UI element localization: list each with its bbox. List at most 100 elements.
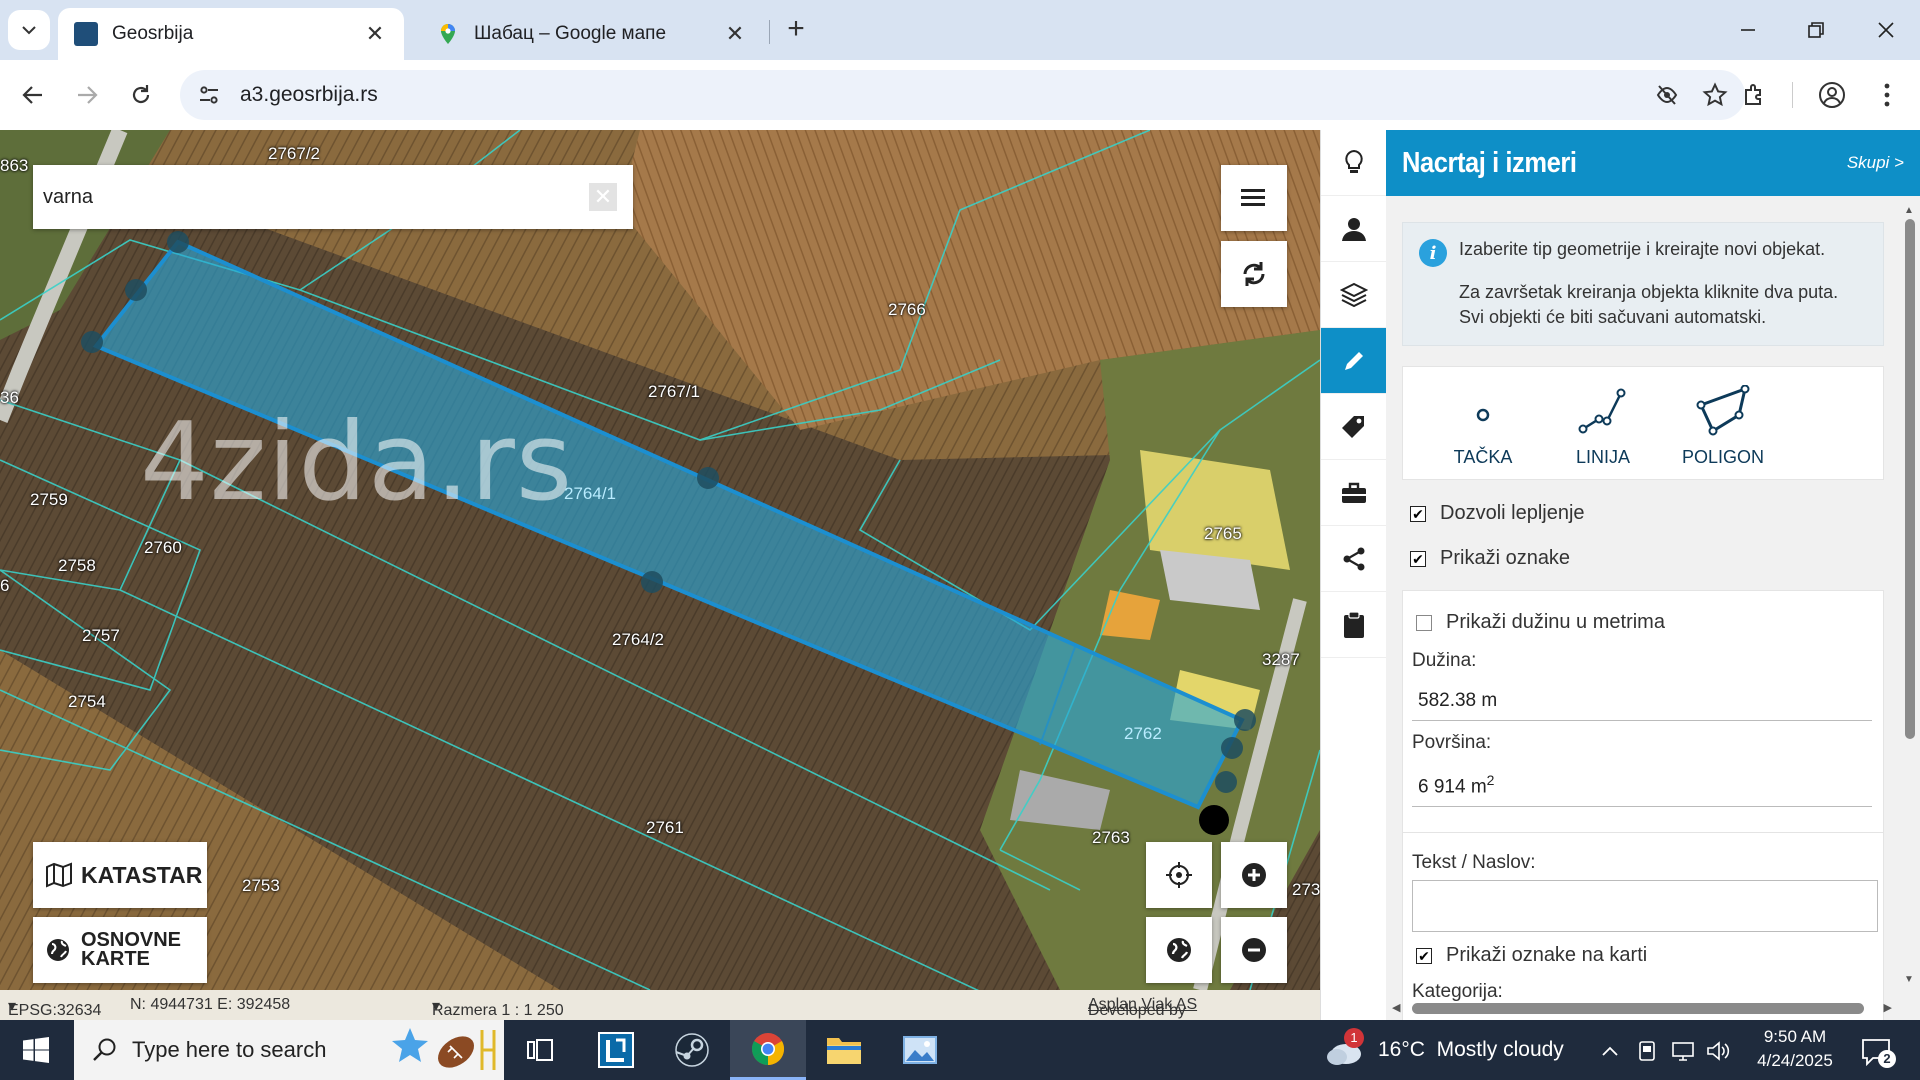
checkbox-unchecked[interactable] [1416,614,1432,631]
panel-vertical-scrollbar[interactable]: ▲ ▼ [1903,205,1915,985]
zoom-in-button[interactable] [1221,842,1287,908]
map-viewport[interactable]: 4zida.rs 2767/2 863 2766 2767/1 36 2764/… [0,130,1320,990]
tools-button[interactable] [1321,460,1387,526]
scroll-left-arrow[interactable]: ◀ [1392,1001,1400,1014]
back-button[interactable] [12,74,54,116]
profile-button[interactable] [1811,74,1853,116]
menu-button[interactable] [1221,165,1287,231]
arrow-right-icon [78,86,98,104]
volume-tray-icon[interactable] [1706,1038,1732,1064]
globe-button[interactable] [1146,917,1212,983]
scroll-up-arrow[interactable]: ▲ [1904,205,1914,216]
weather-text: 16°C Mostly cloudy [1378,1038,1564,1061]
restore-icon [1808,22,1824,38]
clock[interactable]: 9:50 AM 4/24/2025 [1740,1025,1850,1073]
site-info-button[interactable] [184,70,234,120]
restore-button[interactable] [1796,10,1836,50]
tune-icon [200,86,218,104]
tag-icon [1342,415,1364,438]
zoom-out-button[interactable] [1221,917,1287,983]
layers-tool-button[interactable] [1321,262,1387,328]
parcel-label: 2767/1 [648,382,700,401]
show-hidden-icons-button[interactable] [1597,1038,1623,1064]
minimize-icon [1741,29,1755,31]
refresh-map-button[interactable] [1221,241,1287,307]
length-label: Dužina: [1412,650,1477,671]
taskbar-search[interactable]: Type here to search [74,1020,504,1080]
scrollbar-thumb[interactable] [1905,219,1915,739]
close-tab-icon[interactable]: ✕ [722,21,748,47]
taskbar-app-l[interactable] [578,1020,654,1080]
taskbar-app-chrome[interactable] [730,1020,806,1080]
address-search[interactable]: varna ✕ [33,165,633,229]
geometry-polygon-option[interactable]: POLIGON [1663,385,1783,468]
text-title-input[interactable] [1412,880,1878,932]
notifications-button[interactable]: 2 [1856,1032,1896,1072]
allow-snapping-checkbox[interactable]: ✔ Dozvoli lepljenje [1410,502,1585,525]
panel-horizontal-scrollbar[interactable]: ◀ ▶ [1392,1001,1892,1015]
bookmark-star-button[interactable] [1691,71,1739,119]
geometry-line-option[interactable]: LINIJA [1543,385,1663,468]
user-tool-button[interactable] [1321,196,1387,262]
basemaps-label-line2: KARTE [81,948,150,970]
weather-widget[interactable]: 1 16°C Mostly cloudy [1324,1020,1564,1080]
geometry-point-option[interactable]: TAČKA [1423,385,1543,468]
measure-tool-button[interactable] [1321,394,1387,460]
cadastre-layer-button[interactable]: KATASTAR [33,842,207,908]
tab-google-maps[interactable]: Шабац – Google мапе ✕ [420,8,764,60]
geometry-point-label: TAČKA [1453,447,1513,467]
show-labels-on-map-checkbox[interactable]: ✔ Prikaži oznake na karti [1416,944,1647,967]
forward-button[interactable] [66,74,108,116]
meet-now-tray-icon[interactable] [1634,1038,1660,1064]
tips-tool-button[interactable] [1321,130,1387,196]
reload-icon [132,85,150,104]
scrollbar-thumb[interactable] [1412,1003,1864,1014]
network-tray-icon[interactable] [1670,1038,1696,1064]
url-text: a3.geosrbija.rs [240,83,378,106]
scroll-right-arrow[interactable]: ▶ [1884,1001,1892,1014]
taskbar-search-placeholder: Type here to search [132,1037,327,1062]
share-tool-button[interactable] [1321,526,1387,592]
browser-tab-strip: Geosrbija ✕ Шабац – Google мапе ✕ + [0,0,1920,60]
globe-icon [47,939,69,961]
tab-search-button[interactable] [8,10,50,50]
scale-selector[interactable]: Razmera 1 : 1 250 ▾ [432,996,564,1019]
clipboard-tool-button[interactable] [1321,592,1387,658]
cadastre-label: KATASTAR [81,861,203,888]
new-tab-button[interactable]: + [778,12,814,48]
checkbox-checked[interactable]: ✔ [1410,505,1426,522]
start-button[interactable] [0,1020,72,1080]
basemaps-button[interactable]: OSNOVNE KARTE [33,917,207,983]
extensions-button[interactable] [1733,74,1775,116]
clear-search-icon[interactable]: ✕ [589,183,617,211]
panel-title: Nacrtaj i izmeri [1402,146,1577,179]
tracking-protection-button[interactable] [1643,71,1691,119]
show-labels-checkbox[interactable]: ✔ Prikaži oznake [1410,547,1570,570]
browser-menu-button[interactable] [1866,74,1908,116]
tab-geosrbija[interactable]: Geosrbija ✕ [58,8,404,60]
info-text-2: Za završetak kreiranja objekta kliknite … [1459,282,1839,302]
star-icon [1702,82,1728,107]
folder-icon [827,1038,861,1064]
reload-button[interactable] [120,74,162,116]
taskbar-app-photos[interactable] [882,1020,958,1080]
locate-me-button[interactable] [1146,842,1212,908]
search-input[interactable]: varna [33,186,589,209]
collapse-panel-link[interactable]: Skupi > [1847,153,1904,173]
checkbox-checked[interactable]: ✔ [1416,947,1432,964]
scroll-down-arrow[interactable]: ▼ [1904,974,1914,985]
address-bar[interactable]: a3.geosrbija.rs [180,70,1745,120]
task-view-button[interactable] [502,1020,578,1080]
close-tab-icon[interactable]: ✕ [362,21,388,47]
parcel-label: 3287 [1262,650,1300,669]
search-icon [93,1038,116,1061]
draw-tool-button[interactable] [1321,328,1387,394]
checkbox-checked[interactable]: ✔ [1410,550,1426,567]
minimize-button[interactable] [1728,10,1768,50]
show-length-meters-checkbox[interactable]: Prikaži dužinu u metrima [1416,611,1665,634]
projection-selector[interactable]: EPSG:32634 ▾ [8,996,101,1019]
taskbar-app-steam[interactable] [654,1020,730,1080]
taskbar-app-file-explorer[interactable] [806,1020,882,1080]
parcel-label: 2764/2 [612,630,664,649]
close-window-button[interactable] [1866,10,1906,50]
